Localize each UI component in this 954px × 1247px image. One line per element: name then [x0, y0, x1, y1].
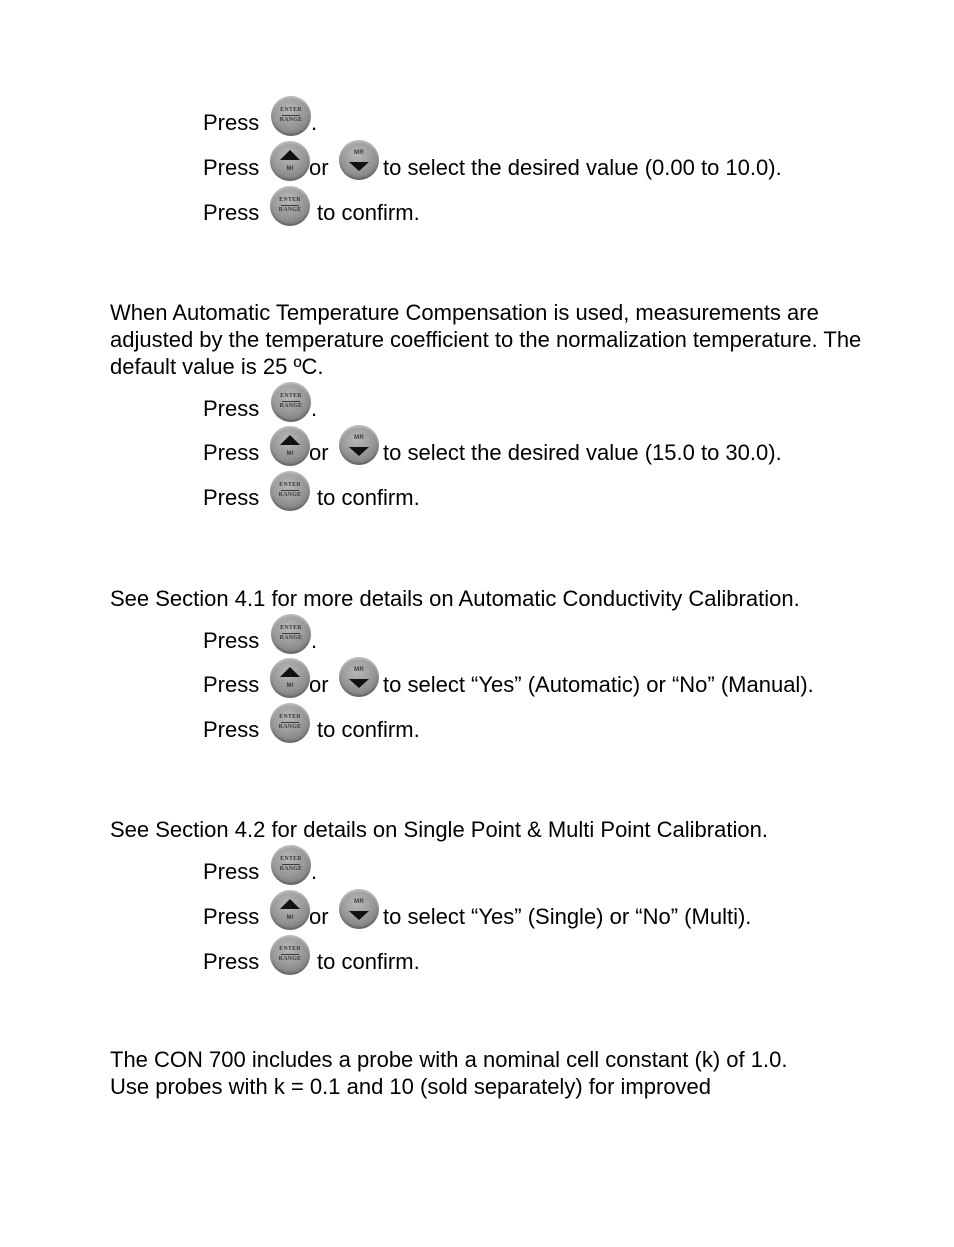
enter-range-button-icon: ENTER RANGE — [271, 96, 311, 136]
arrow-down-icon — [349, 911, 369, 920]
confirm-text: to confirm. — [317, 200, 420, 225]
enter-range-button-icon: ENTER RANGE — [270, 471, 310, 511]
press-label: Press — [203, 396, 260, 421]
press-label: Press — [203, 949, 260, 974]
press-label: Press — [203, 485, 260, 510]
select-text: to select the desired value (0.00 to 10.… — [383, 155, 782, 180]
range-label: RANGE — [279, 866, 303, 872]
arrow-down-icon — [349, 162, 369, 171]
period: . — [311, 859, 318, 884]
down-mr-button-icon: MR — [339, 425, 379, 465]
press-label: Press — [203, 628, 260, 653]
period: . — [311, 396, 318, 421]
or-label: or — [309, 440, 329, 465]
enter-label: ENTER — [279, 946, 301, 952]
select-text: to select “Yes” (Automatic) or “No” (Man… — [383, 672, 814, 697]
up-mi-button-icon: MI — [270, 658, 310, 698]
divider — [281, 722, 299, 723]
up-mi-button-icon: MI — [270, 141, 310, 181]
cell-constant-line-2: Use probes with k = 0.1 and 10 (sold sep… — [110, 1074, 712, 1099]
down-mr-button-icon: MR — [339, 889, 379, 929]
arrow-down-icon — [349, 447, 369, 456]
enter-range-button-icon: ENTER RANGE — [270, 935, 310, 975]
mi-label: MI — [286, 683, 294, 689]
down-mr-button-icon: MR — [339, 140, 379, 180]
divider — [281, 205, 299, 206]
enter-range-button-icon: ENTER RANGE — [270, 186, 310, 226]
range-label: RANGE — [278, 492, 302, 498]
divider — [282, 115, 300, 116]
enter-label: ENTER — [279, 714, 301, 720]
enter-label: ENTER — [280, 856, 302, 862]
confirm-text: to confirm. — [317, 717, 420, 742]
single-multi-paragraph: See Section 4.2 for details on Single Po… — [110, 817, 768, 842]
range-label: RANGE — [279, 635, 303, 641]
up-mi-button-icon: MI — [270, 426, 310, 466]
range-label: RANGE — [279, 403, 303, 409]
cell-constant-line-1: The CON 700 includes a probe with a nomi… — [110, 1047, 788, 1072]
press-label: Press — [203, 110, 260, 135]
enter-range-button-icon: ENTER RANGE — [270, 703, 310, 743]
auto-cal-paragraph: See Section 4.1 for more details on Auto… — [110, 586, 800, 611]
or-label: or — [309, 672, 329, 697]
press-label: Press — [203, 672, 260, 697]
enter-label: ENTER — [280, 393, 302, 399]
press-label: Press — [203, 904, 260, 929]
down-mr-button-icon: MR — [339, 657, 379, 697]
arrow-up-icon — [280, 150, 300, 160]
mi-label: MI — [286, 915, 294, 921]
divider — [282, 401, 300, 402]
range-label: RANGE — [278, 207, 302, 213]
mr-label: MR — [354, 667, 364, 673]
divider — [282, 864, 300, 865]
enter-range-button-icon: ENTER RANGE — [271, 382, 311, 422]
confirm-text: to confirm. — [317, 949, 420, 974]
divider — [281, 954, 299, 955]
confirm-text: to confirm. — [317, 485, 420, 510]
atc-paragraph: When Automatic Temperature Compensation … — [110, 300, 862, 379]
enter-label: ENTER — [280, 107, 302, 113]
divider — [282, 633, 300, 634]
mr-label: MR — [354, 150, 364, 156]
arrow-up-icon — [280, 667, 300, 677]
enter-label: ENTER — [280, 625, 302, 631]
arrow-up-icon — [280, 899, 300, 909]
or-label: or — [309, 155, 329, 180]
enter-range-button-icon: ENTER RANGE — [271, 614, 311, 654]
mr-label: MR — [354, 435, 364, 441]
enter-label: ENTER — [279, 482, 301, 488]
up-mi-button-icon: MI — [270, 890, 310, 930]
select-text: to select the desired value (15.0 to 30.… — [383, 440, 782, 465]
arrow-down-icon — [349, 679, 369, 688]
press-label: Press — [203, 200, 260, 225]
mi-label: MI — [286, 451, 294, 457]
range-label: RANGE — [278, 724, 302, 730]
arrow-up-icon — [280, 435, 300, 445]
divider — [281, 490, 299, 491]
mr-label: MR — [354, 899, 364, 905]
range-label: RANGE — [279, 117, 303, 123]
or-label: or — [309, 904, 329, 929]
select-text: to select “Yes” (Single) or “No” (Multi)… — [383, 904, 752, 929]
press-label: Press — [203, 440, 260, 465]
press-label: Press — [203, 155, 260, 180]
enter-label: ENTER — [279, 197, 301, 203]
enter-range-button-icon: ENTER RANGE — [271, 845, 311, 885]
period: . — [311, 110, 318, 135]
mi-label: MI — [286, 166, 294, 172]
press-label: Press — [203, 859, 260, 884]
range-label: RANGE — [278, 956, 302, 962]
period: . — [311, 628, 318, 653]
press-label: Press — [203, 717, 260, 742]
